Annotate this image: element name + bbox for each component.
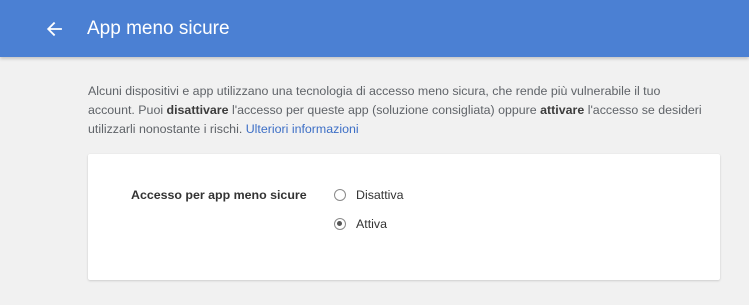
description-enable-emphasis: attivare [540, 103, 585, 117]
page-title: App meno sicure [87, 18, 230, 39]
setting-card: Accesso per app meno sicure Disattiva At… [88, 154, 720, 280]
description-text: Alcuni dispositivi e app utilizzano una … [88, 82, 708, 139]
setting-label: Accesso per app meno sicure [131, 188, 307, 202]
radio-option-disable[interactable]: Disattiva [334, 186, 404, 204]
top-app-bar: App meno sicure [0, 0, 749, 57]
radio-label-enable: Attiva [356, 217, 387, 231]
page-content: Alcuni dispositivi e app utilizzano una … [0, 57, 749, 305]
back-button[interactable] [40, 15, 68, 43]
description-part-2: l'accesso per queste app (soluzione cons… [228, 103, 541, 117]
learn-more-link[interactable]: Ulteriori informazioni [246, 122, 359, 136]
radio-button-enable[interactable] [334, 218, 346, 230]
description-disable-emphasis: disattivare [166, 103, 229, 117]
arrow-left-icon [46, 21, 62, 37]
radio-button-disable[interactable] [334, 189, 346, 201]
radio-option-enable[interactable]: Attiva [334, 215, 387, 233]
radio-label-disable: Disattiva [356, 188, 404, 202]
